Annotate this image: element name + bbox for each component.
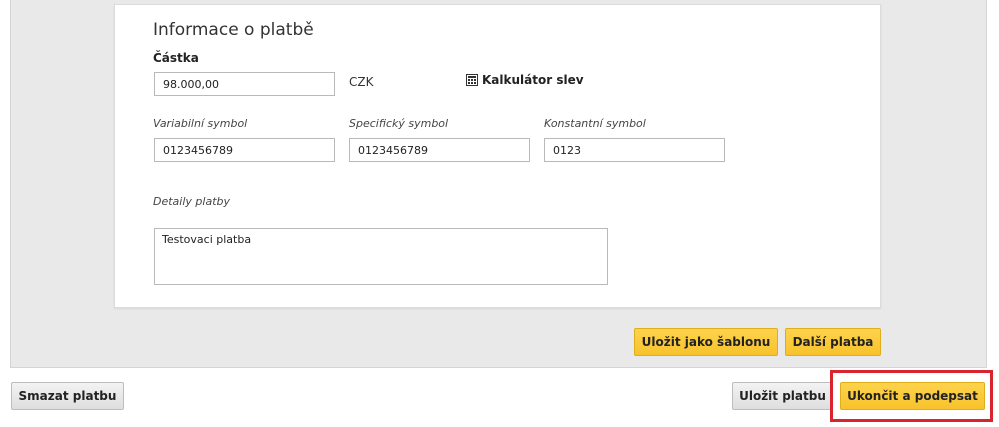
- next-payment-button[interactable]: Další platba: [785, 328, 881, 356]
- payment-details-label: Detaily platby: [153, 195, 230, 208]
- amount-input[interactable]: [154, 72, 335, 96]
- save-payment-button[interactable]: Uložit platbu: [732, 382, 833, 410]
- specific-symbol-label: Specifický symbol: [349, 117, 449, 130]
- specific-symbol-input[interactable]: [349, 138, 530, 162]
- payment-details-textarea[interactable]: Testovaci platba: [154, 228, 608, 285]
- section-title: Informace o platbě: [153, 20, 314, 40]
- delete-payment-button[interactable]: Smazat platbu: [11, 382, 124, 410]
- save-as-template-button[interactable]: Uložit jako šablonu: [634, 328, 778, 356]
- discount-calculator-link[interactable]: Kalkulátor slev: [466, 73, 584, 87]
- amount-label: Částka: [153, 51, 199, 65]
- constant-symbol-input[interactable]: [544, 138, 725, 162]
- calculator-icon: [466, 74, 478, 86]
- highlight-frame: [830, 370, 993, 422]
- currency-label: CZK: [349, 75, 374, 89]
- variable-symbol-input[interactable]: [154, 138, 335, 162]
- calculator-label: Kalkulátor slev: [482, 73, 584, 87]
- variable-symbol-label: Variabilní symbol: [153, 117, 248, 130]
- constant-symbol-label: Konstantní symbol: [544, 117, 646, 130]
